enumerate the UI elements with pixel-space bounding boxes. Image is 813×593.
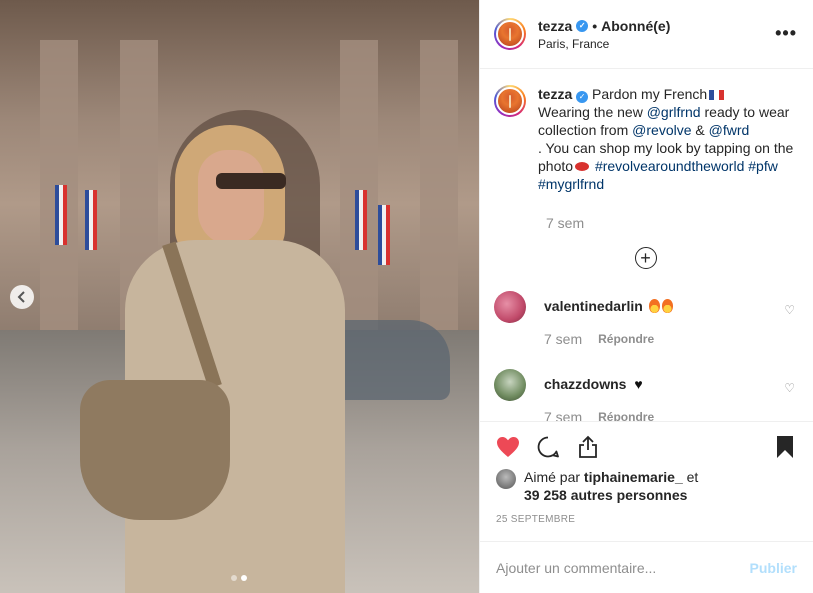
post-caption: tezza ✓ Pardon my French Wearing the new… [494, 85, 797, 193]
caption-username[interactable]: tezza [538, 86, 572, 102]
instagram-post: tezza ✓ • Abonné(e) Paris, France ••• te… [0, 0, 813, 593]
like-comment-heart-icon[interactable]: ♡ [784, 381, 795, 395]
post-actions: Aimé par tiphainemarie_ et 39 258 autres… [480, 421, 813, 525]
carousel-dot [231, 575, 237, 581]
commenter-avatar[interactable] [494, 369, 526, 401]
fire-icon [661, 299, 673, 313]
mention-revolve[interactable]: @revolve [632, 122, 691, 138]
carousel-dot-active [241, 575, 247, 581]
author-avatar[interactable] [494, 18, 526, 50]
comment-item: valentinedarlin 7 sem Répondre ♡ [494, 291, 797, 347]
caption-text: tezza ✓ Pardon my French Wearing the new… [538, 86, 794, 192]
comment-time[interactable]: 7 sem [544, 409, 582, 421]
liker-username[interactable]: tiphainemarie_ [584, 469, 683, 485]
commenter-username[interactable]: valentinedarlin [544, 298, 643, 314]
mention-grlfrnd[interactable]: @grlfrnd [647, 104, 701, 120]
comments-section: tezza ✓ Pardon my French Wearing the new… [480, 69, 813, 421]
commenter-avatar[interactable] [494, 291, 526, 323]
comment-time[interactable]: 7 sem [544, 331, 582, 347]
like-comment-heart-icon[interactable]: ♡ [784, 303, 795, 317]
reply-button[interactable]: Répondre [598, 410, 654, 421]
author-username[interactable]: tezza [538, 18, 572, 34]
post-header: tezza ✓ • Abonné(e) Paris, France ••• [480, 0, 813, 69]
more-options-icon[interactable]: ••• [775, 23, 797, 44]
post-side-panel: tezza ✓ • Abonné(e) Paris, France ••• te… [479, 0, 813, 593]
comment-input[interactable] [496, 559, 750, 576]
likes-count-link[interactable]: 39 258 autres personnes [524, 487, 687, 503]
add-comment-bar: Publier [480, 541, 813, 593]
load-more-comments-icon[interactable]: + [634, 247, 657, 269]
kiss-lips-icon [575, 162, 590, 171]
post-photo[interactable] [0, 0, 479, 593]
hashtag-mygrlfrnd[interactable]: #mygrlfrnd [538, 176, 604, 192]
likes-summary: Aimé par tiphainemarie_ et 39 258 autres… [496, 468, 797, 504]
separator-dot: • [592, 17, 598, 34]
hashtag-revolvearoundtheworld[interactable]: #revolvearoundtheworld [595, 158, 744, 174]
caption-time[interactable]: 7 sem [546, 215, 797, 231]
french-flag-icon [709, 90, 725, 100]
carousel-indicator [231, 575, 247, 581]
heart-filled-icon[interactable] [496, 435, 520, 459]
post-date[interactable]: 25 septembre [496, 514, 797, 525]
photo-person [80, 125, 350, 593]
verified-icon: ✓ [576, 19, 589, 32]
fire-icon [648, 299, 660, 313]
verified-icon: ✓ [576, 91, 589, 103]
reply-button[interactable]: Répondre [598, 332, 654, 347]
hashtag-pfw[interactable]: #pfw [748, 158, 778, 174]
share-icon[interactable] [576, 435, 600, 459]
liker-avatar[interactable] [496, 469, 516, 489]
caption-avatar[interactable] [494, 85, 526, 117]
follow-status-button[interactable]: Abonné(e) [601, 18, 670, 34]
commenter-username[interactable]: chazzdowns [544, 376, 626, 392]
publish-button[interactable]: Publier [750, 560, 797, 576]
black-heart-icon: ♥ [634, 376, 643, 392]
carousel-prev-button[interactable] [10, 285, 34, 309]
mention-fwrd[interactable]: @fwrd [709, 122, 750, 138]
post-location[interactable]: Paris, France [538, 37, 670, 51]
bookmark-icon[interactable] [773, 435, 797, 459]
comment-bubble-icon[interactable] [536, 435, 560, 459]
comment-item: chazzdowns ♥ 7 sem Répondre ♡ [494, 369, 797, 421]
chevron-left-icon [17, 291, 25, 303]
